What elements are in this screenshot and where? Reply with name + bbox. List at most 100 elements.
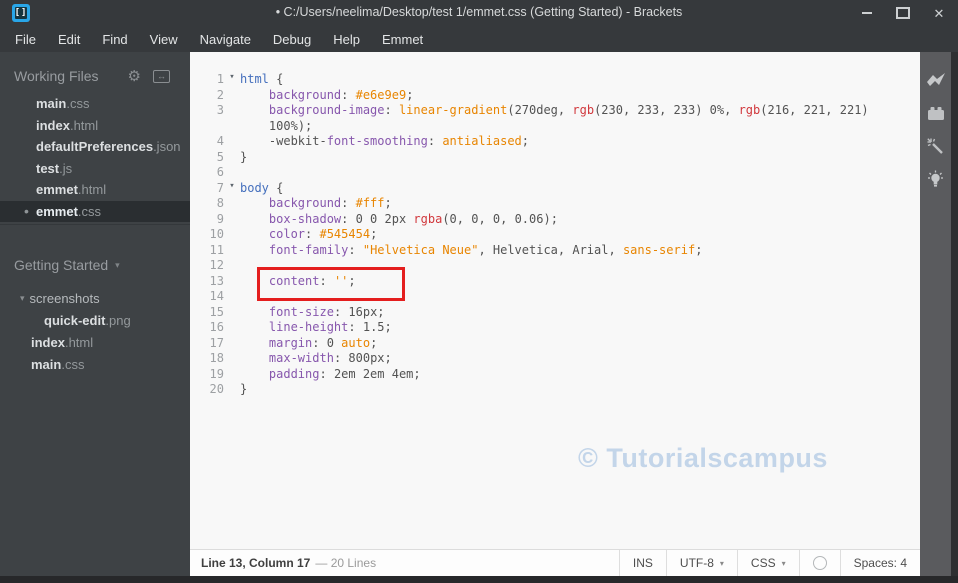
code-text: line-height: 1.5;	[268, 320, 392, 334]
code-line-8: 8 background: #fff;	[190, 196, 920, 212]
fold-gutter	[224, 196, 240, 212]
window-title: • C:/Users/neelima/Desktop/test 1/emmet.…	[275, 5, 683, 19]
project-dropdown[interactable]: Getting Started ▾	[0, 257, 190, 273]
code-line-19: 19 padding: 2em 2em 4em;	[190, 367, 920, 383]
working-file-test.js[interactable]: test .js	[0, 158, 190, 180]
status-utf-8[interactable]: UTF-8 ▾	[665, 550, 737, 576]
fold-arrow-icon[interactable]: ▾	[224, 72, 240, 88]
line-number: 13	[209, 273, 224, 288]
fold-gutter	[224, 274, 240, 290]
maximize-icon	[896, 7, 910, 19]
code-line-5: 5}	[190, 150, 920, 166]
file-ext: .json	[153, 139, 181, 155]
file-ext: .html	[69, 117, 99, 133]
watermark: © Tutorialscampus	[578, 443, 828, 473]
fold-gutter	[224, 212, 240, 228]
fold-gutter	[224, 88, 240, 104]
file-ext: .css	[61, 356, 85, 372]
line-number: 3	[216, 103, 224, 117]
folder-name: screenshots	[29, 290, 100, 306]
line-number: 14	[209, 289, 224, 303]
file-ext: .png	[105, 312, 131, 328]
code-line-10: 10 color: #545454;	[190, 227, 920, 243]
code-line-7: 7 ▾ body {	[190, 181, 920, 197]
fold-gutter	[224, 243, 240, 259]
fold-gutter	[224, 150, 240, 166]
working-file-main.css[interactable]: main .css	[0, 93, 190, 115]
code-text: background: #fff;	[268, 196, 392, 210]
file-name: index	[36, 117, 70, 133]
code-text: box-shadow: 0 0 2px rgba(0, 0, 0, 0.06);	[268, 211, 558, 226]
menu-navigate[interactable]: Navigate	[189, 28, 262, 51]
line-number: 19	[209, 366, 224, 381]
folder-expand-icon[interactable]: ▾	[20, 293, 25, 304]
highlight-red-box	[257, 267, 405, 301]
line-number	[190, 119, 224, 135]
line-number: 7	[216, 180, 224, 195]
code-text: 100%);	[268, 118, 313, 133]
code-text: color: #545454;	[268, 227, 378, 241]
split-view-icon[interactable]: ↔	[153, 69, 170, 83]
chevron-down-icon: ▾	[781, 558, 786, 568]
fold-gutter	[224, 320, 240, 336]
gear-icon[interactable]: ⚙	[128, 69, 141, 84]
status-spaces[interactable]: Spaces: 4	[839, 550, 920, 576]
code-line-4: 4 -webkit-font-smoothing: antialiased;	[190, 134, 920, 150]
line-number: 16	[209, 320, 224, 334]
sidebar-divider	[0, 224, 190, 225]
tree-item-index.html[interactable]: index .html	[0, 331, 190, 353]
line-number: 10	[209, 227, 224, 241]
lightbulb-icon[interactable]	[926, 169, 946, 189]
code-line-3: 3 background-image: linear-gradient(270d…	[190, 103, 920, 119]
line-number: 1	[216, 72, 224, 86]
line-number: 9	[216, 211, 224, 226]
minimize-button[interactable]	[856, 3, 878, 23]
line-number: 12	[209, 258, 224, 272]
working-file-emmet.css[interactable]: • emmet .css	[0, 200, 190, 222]
close-button[interactable]: ✕	[928, 3, 950, 23]
file-name: quick-edit	[44, 312, 106, 328]
fold-gutter	[224, 227, 240, 243]
menu-help[interactable]: Help	[322, 28, 371, 51]
menu-file[interactable]: File	[4, 28, 47, 51]
menu-view[interactable]: View	[139, 28, 189, 51]
live-preview-icon[interactable]	[926, 70, 946, 90]
code-editor[interactable]: 1 ▾ html {2 background: #e6e9e9; 3 backgrou…	[190, 52, 920, 549]
maximize-button[interactable]	[892, 3, 914, 23]
status-right: INS UTF-8 ▾ CSS ▾ Spaces: 4	[618, 550, 920, 576]
code-line-wrap: 100%);	[190, 119, 920, 135]
code-text: margin: 0 auto;	[268, 335, 378, 350]
minimize-icon	[862, 12, 872, 14]
fold-arrow-icon[interactable]: ▾	[224, 181, 240, 197]
menu-debug[interactable]: Debug	[262, 28, 322, 51]
code-line-15: 15 font-size: 16px;	[190, 305, 920, 321]
menu-edit[interactable]: Edit	[47, 28, 91, 51]
lint-status-circle[interactable]	[798, 550, 840, 576]
magic-wand-icon[interactable]	[926, 136, 946, 156]
menu-find[interactable]: Find	[91, 28, 138, 51]
extension-manager-icon[interactable]	[926, 103, 946, 123]
working-files-list: main .css index .html defaultPreferences .jso…	[0, 93, 190, 222]
tree-item-screenshots[interactable]: ▾ screenshots	[0, 287, 190, 309]
line-number: 4	[216, 134, 224, 148]
working-file-defaultPreferences.json[interactable]: defaultPreferences .json	[0, 136, 190, 158]
fold-gutter	[224, 165, 240, 181]
file-name: emmet	[36, 203, 78, 219]
status-ins[interactable]: INS	[618, 550, 666, 576]
working-files-title: Working Files	[14, 68, 99, 84]
tree-item-quick-edit.png[interactable]: quick-edit .png	[0, 309, 190, 331]
working-files-header: Working Files ⚙ ↔	[0, 68, 190, 84]
code-text: html {	[240, 72, 284, 86]
working-file-index.html[interactable]: index .html	[0, 115, 190, 137]
menu-emmet[interactable]: Emmet	[371, 28, 434, 51]
code-text: }	[240, 382, 248, 396]
fold-gutter	[224, 289, 240, 305]
fold-gutter	[224, 258, 240, 274]
fold-gutter	[224, 119, 240, 135]
code-text: font-size: 16px;	[268, 304, 385, 319]
file-name: main	[31, 356, 62, 372]
status-css[interactable]: CSS ▾	[736, 550, 799, 576]
line-number: 2	[216, 87, 224, 102]
working-file-emmet.html[interactable]: emmet .html	[0, 179, 190, 201]
tree-item-main.css[interactable]: main .css	[0, 353, 190, 375]
